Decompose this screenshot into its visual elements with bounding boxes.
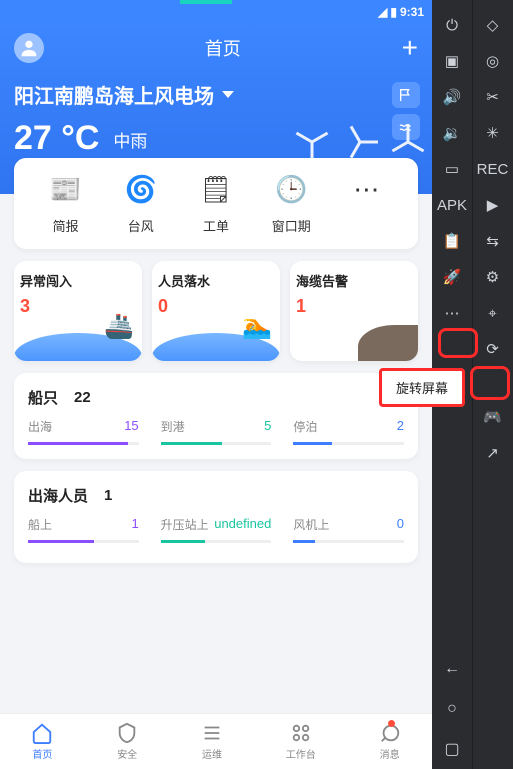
stat-item: 船上1 <box>28 516 139 543</box>
rocket-icon[interactable]: 🚀 <box>441 266 463 288</box>
location-icon[interactable]: ◎ <box>482 50 504 72</box>
power-icon[interactable]: ⏻ <box>441 14 463 36</box>
share-icon[interactable]: ↗ <box>482 442 504 464</box>
controller-icon[interactable]: 🎮 <box>482 406 504 428</box>
more-icon: ⋯ <box>349 172 383 206</box>
site-selector[interactable]: 阳江南鹏岛海上风电场 <box>14 80 418 109</box>
avatar[interactable] <box>14 33 44 63</box>
phone-frame: ◢ ▮ 9:31 首页 + 阳江南鹏岛海上风电场 27 °C 中雨 ↗ 风速 1… <box>0 0 432 769</box>
volume-down-icon[interactable]: 🔉 <box>441 122 463 144</box>
camera-icon[interactable]: ▣ <box>441 50 463 72</box>
battery-icon: ▮ <box>390 5 397 19</box>
brief-icon: 📰 <box>49 172 83 206</box>
signal-icon: ◢ <box>378 5 387 19</box>
weather-condition: 中雨 <box>113 127 147 152</box>
tab-bar: 首页 安全 运维 工作台 消息 <box>0 713 432 769</box>
loading-icon[interactable]: ✳ <box>482 122 504 144</box>
back-icon[interactable]: ← <box>432 649 472 689</box>
tab-messages[interactable]: 消息 <box>379 722 401 761</box>
quick-actions: 📰简报 🌀台风 🗒工单 🕒窗口期 ⋯ <box>14 158 418 249</box>
emulator-nav: ← ○ ▢ <box>432 649 513 769</box>
page-title: 首页 <box>205 35 241 61</box>
status-time: 9:31 <box>400 5 424 19</box>
rotate-icon[interactable]: ⟳ <box>482 338 504 360</box>
temperature: 27 °C <box>14 119 99 158</box>
notification-dot <box>388 720 395 727</box>
volume-up-icon[interactable]: 🔊 <box>441 86 463 108</box>
more-icon[interactable]: ⋯ <box>441 302 463 324</box>
order-icon: 🗒 <box>199 172 233 206</box>
stat-item: 风机上0 <box>293 516 404 543</box>
settings-icon[interactable]: ⚙ <box>482 266 504 288</box>
quick-window[interactable]: 🕒窗口期 <box>254 172 329 235</box>
ships-card: 船只22 出海15到港5停泊2 <box>14 373 418 459</box>
ship-icon: 🚢 <box>104 312 134 341</box>
highlight-rotate <box>470 366 510 400</box>
stat-item: 停泊2 <box>293 418 404 445</box>
quick-order[interactable]: 🗒工单 <box>178 172 253 235</box>
home-icon[interactable]: ○ <box>432 689 472 729</box>
quick-more[interactable]: ⋯ <box>329 172 404 235</box>
tab-ops[interactable]: 运维 <box>201 722 223 761</box>
site-name: 阳江南鹏岛海上风电场 <box>14 80 214 109</box>
crew-card: 出海人员1 船上1升压站上undefined风机上0 <box>14 471 418 563</box>
stat-item: 出海15 <box>28 418 139 445</box>
focus-icon[interactable]: ⌖ <box>482 302 504 324</box>
add-button[interactable]: + <box>402 32 418 64</box>
flag-badge[interactable] <box>392 82 420 108</box>
eraser-icon[interactable]: ◇ <box>482 14 504 36</box>
typhoon-icon: 🌀 <box>124 172 158 206</box>
scissors-icon[interactable]: ✂ <box>482 86 504 108</box>
clock-icon: 🕒 <box>274 172 308 206</box>
apk-icon[interactable]: APK <box>441 194 463 216</box>
tab-safety[interactable]: 安全 <box>116 722 138 761</box>
highlight-more <box>438 328 478 358</box>
swimmer-icon: 🏊 <box>242 312 272 341</box>
tab-workbench[interactable]: 工作台 <box>286 722 316 761</box>
chevron-down-icon <box>222 91 234 98</box>
alert-cable[interactable]: 海缆告警 1 <box>290 261 418 361</box>
tab-home[interactable]: 首页 <box>31 722 53 761</box>
stat-item: 到港5 <box>161 418 272 445</box>
alert-intrusion[interactable]: 异常闯入 3 🚢 <box>14 261 142 361</box>
stat-item: 升压站上undefined <box>161 516 272 543</box>
clipboard-icon[interactable]: 📋 <box>441 230 463 252</box>
alert-overboard[interactable]: 人员落水 0 🏊 <box>152 261 280 361</box>
recents-icon[interactable]: ▢ <box>432 729 472 769</box>
swap-icon[interactable]: ⇆ <box>482 230 504 252</box>
video-icon[interactable]: ▶ <box>482 194 504 216</box>
quick-typhoon[interactable]: 🌀台风 <box>103 172 178 235</box>
display-icon[interactable]: ▭ <box>441 158 463 180</box>
rotate-tooltip: 旋转屏幕 <box>379 368 465 407</box>
alert-cards: 异常闯入 3 🚢 人员落水 0 🏊 海缆告警 1 <box>14 261 418 361</box>
quick-brief[interactable]: 📰简报 <box>28 172 103 235</box>
record-icon[interactable]: REC <box>482 158 504 180</box>
status-indicator <box>180 0 232 4</box>
